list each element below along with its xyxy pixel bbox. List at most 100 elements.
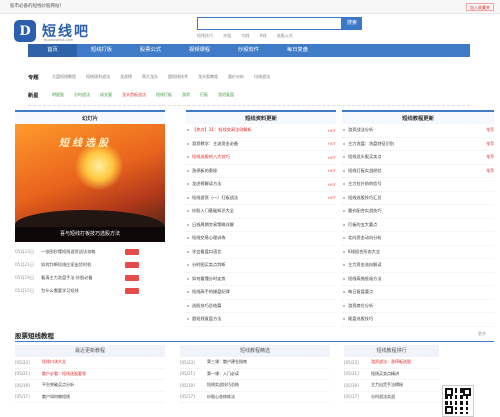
list-item[interactable]: 05月19日 看清主力洗盘手法·炒股必备 bbox=[15, 271, 165, 284]
list-item[interactable]: 主力资金流向解读 bbox=[342, 259, 494, 273]
topic-link[interactable]: 龙虎榜 bbox=[120, 74, 132, 80]
item-title[interactable]: 短线交易心理训练 bbox=[192, 235, 336, 241]
item-title[interactable]: 平台突破买点分析 bbox=[42, 382, 74, 388]
item-title[interactable]: 尾盘选股技巧 bbox=[348, 316, 494, 322]
list-item[interactable]: 炒股入门基础知识大全 bbox=[186, 205, 336, 219]
item-title[interactable]: 短线打板实战经验 bbox=[348, 168, 484, 174]
item-title[interactable]: 看清主力洗盘手法·炒股必备 bbox=[41, 275, 121, 281]
list-item[interactable]: 游资教学：主流资金必备 HOT bbox=[186, 138, 336, 151]
list-item[interactable]: K线组合形态大全 bbox=[342, 246, 494, 259]
item-title[interactable]: 游资教学：主流资金必备 bbox=[192, 141, 326, 147]
nav-review[interactable]: 每日复盘 bbox=[273, 44, 322, 57]
item-title[interactable]: 【热点】11：短线交易法则解析 bbox=[192, 127, 326, 133]
list-item[interactable]: 05月21日 如何判断短线庄家出货时机 bbox=[15, 258, 165, 271]
list-item[interactable]: 涨停板的奥秘 HOT bbox=[186, 165, 336, 178]
item-title[interactable]: 主力资金流向解读 bbox=[348, 262, 494, 268]
item-title[interactable]: 短线龙头股买卖点 bbox=[348, 154, 484, 160]
item-title[interactable]: 短线选股的八大技巧 bbox=[192, 154, 326, 160]
hot-keyword[interactable]: 选股公式 bbox=[277, 33, 293, 38]
list-item[interactable]: 短线打板实战经验 推荐 bbox=[342, 165, 494, 178]
topic-link[interactable]: 大盘短线教程 bbox=[52, 74, 76, 80]
list-item[interactable]: [05/17] 分时战法实战 bbox=[344, 392, 439, 403]
slideshow-image[interactable]: 短线选股 喜与短线打板技巧选股方法 bbox=[15, 124, 165, 242]
item-title[interactable]: 日线周期交易策略详解 bbox=[192, 222, 336, 228]
list-item[interactable]: 短线游资（一）打板战法 HOT bbox=[186, 192, 336, 205]
item-title[interactable]: 每日复盘要点 bbox=[348, 289, 494, 295]
list-item[interactable]: 超短线复盘方法 bbox=[186, 313, 336, 327]
item-title[interactable]: 短线实战技巧总结 bbox=[207, 382, 239, 388]
topic-link[interactable]: 超短线技术 bbox=[168, 74, 188, 80]
topic-link[interactable]: 量价分析 bbox=[228, 74, 244, 80]
item-title[interactable]: 量价配合实战技巧 bbox=[348, 208, 494, 214]
list-item[interactable]: [05/19] 短线实战技巧总结 bbox=[180, 380, 330, 392]
list-item[interactable]: 每日复盘要点 bbox=[342, 286, 494, 300]
item-title[interactable]: 打板的五大要点 bbox=[348, 222, 494, 228]
item-title[interactable]: 一张图秒懂短线游资战法攻略 bbox=[41, 249, 121, 255]
item-title[interactable]: K线组合形态大全 bbox=[348, 249, 494, 255]
list-item[interactable]: [05/23] 游资战法：涨停板选股 bbox=[344, 357, 439, 369]
search-input[interactable] bbox=[197, 17, 342, 30]
item-title[interactable]: 超短线复盘方法 bbox=[192, 316, 336, 322]
item-title[interactable]: 选股技巧总结篇 bbox=[192, 303, 336, 309]
item-title[interactable]: 短线高抛低吸方法 bbox=[348, 276, 494, 282]
nav-short-board[interactable]: 短线打板 bbox=[77, 44, 126, 57]
item-title[interactable]: 短线高手的操盘纪律 bbox=[192, 289, 336, 295]
hot-keyword[interactable]: 短线技巧 bbox=[197, 33, 213, 38]
item-title[interactable]: 分时战法实战 bbox=[371, 394, 395, 400]
item-title[interactable]: 龙虎榜解读方法 bbox=[192, 181, 326, 187]
tag-link[interactable]: 打板 bbox=[200, 92, 208, 98]
item-title[interactable]: 游资战法分析 bbox=[348, 127, 484, 133]
hot-keyword[interactable]: 均线 bbox=[242, 33, 250, 38]
item-title[interactable]: 短线选股技巧汇总 bbox=[348, 195, 494, 201]
item-title[interactable]: 主力拉升前的信号 bbox=[348, 181, 494, 187]
tag-link[interactable]: 游资复盘 bbox=[218, 92, 234, 98]
nav-software[interactable]: 炒股软件 bbox=[224, 44, 273, 57]
hot-keyword[interactable]: K线 bbox=[260, 33, 267, 38]
item-title[interactable]: 学会看盘口语言 bbox=[192, 249, 336, 255]
item-title[interactable]: 为什么需要学习短线 bbox=[41, 288, 121, 294]
list-item[interactable]: [05/23] 短线口诀大全 bbox=[15, 357, 165, 369]
item-title[interactable]: 主力出货手法揭秘 bbox=[371, 382, 403, 388]
list-item[interactable]: 尾盘选股技巧 bbox=[342, 313, 494, 327]
tag-link[interactable]: 明星股 bbox=[52, 92, 64, 98]
list-item[interactable]: 短线交易心理训练 bbox=[186, 232, 336, 246]
list-item[interactable]: 龙虎榜解读方法 HOT bbox=[186, 178, 336, 192]
list-item[interactable]: [05/21] 短线买卖点精讲 bbox=[344, 369, 439, 380]
item-title[interactable]: 分时图买卖点判断 bbox=[192, 262, 336, 268]
list-item[interactable]: 主力洗盘：洗盘特征识别 推荐 bbox=[342, 138, 494, 151]
nav-formulas[interactable]: 股票公式 bbox=[126, 44, 175, 57]
list-item[interactable]: 短线高手的操盘纪律 bbox=[186, 286, 336, 300]
list-item[interactable]: [05/23] 第三课：散户建仓指南 bbox=[180, 357, 330, 369]
list-item[interactable]: [05/19] 主力出货手法揭秘 bbox=[344, 380, 439, 392]
item-title[interactable]: 主力洗盘：洗盘特征识别 bbox=[348, 141, 484, 147]
item-title[interactable]: 炒股入门基础知识大全 bbox=[192, 208, 336, 214]
list-item[interactable]: 05月23日 一张图秒懂短线游资战法攻略 bbox=[15, 245, 165, 258]
item-title[interactable]: 短线游资（一）打板战法 bbox=[192, 195, 326, 201]
list-item[interactable]: 学会看盘口语言 bbox=[186, 246, 336, 259]
list-item[interactable]: [05/19] 平台突破买点分析 bbox=[15, 380, 165, 392]
item-title[interactable]: 第一课：入门必读 bbox=[207, 371, 239, 377]
item-title[interactable]: 如何判断短线庄家出货时机 bbox=[41, 262, 121, 268]
tag-link[interactable]: 成交量 bbox=[100, 92, 112, 98]
list-item[interactable]: 打板的五大要点 bbox=[342, 219, 494, 232]
item-title[interactable]: 散户如何做短线 bbox=[42, 394, 70, 400]
item-title[interactable]: 如何看懂分时走势 bbox=[192, 276, 336, 282]
search-button[interactable]: 搜索 bbox=[342, 17, 362, 30]
list-item[interactable]: 选股技巧总结篇 bbox=[186, 300, 336, 313]
nav-video[interactable]: 视频课程 bbox=[175, 44, 224, 57]
list-item[interactable]: 如何看懂分时走势 bbox=[186, 273, 336, 286]
list-item[interactable]: 【热点】11：短线交易法则解析 HOT bbox=[186, 124, 336, 138]
item-title[interactable]: 短线买卖点精讲 bbox=[371, 371, 399, 377]
item-title[interactable]: 散户必看：短线选股要领 bbox=[42, 371, 86, 377]
list-item[interactable]: 日线周期交易策略详解 bbox=[186, 219, 336, 232]
list-item[interactable]: [05/21] 第一课：入门必读 bbox=[180, 369, 330, 380]
tag-link[interactable]: 分时战法 bbox=[74, 92, 90, 98]
tag-link[interactable]: 游资 bbox=[182, 92, 190, 98]
tag-link[interactable]: 短线打板 bbox=[156, 92, 172, 98]
item-title[interactable]: 炒股心态修炼法 bbox=[207, 394, 235, 400]
item-title[interactable]: 游资席位分析 bbox=[348, 303, 494, 309]
more-link[interactable]: 更多 bbox=[478, 331, 486, 337]
list-item[interactable]: 游资席位分析 bbox=[342, 300, 494, 313]
topic-link[interactable]: 短线逐利战法 bbox=[86, 74, 110, 80]
add-favorite-button[interactable]: 加入收藏夹 bbox=[466, 3, 494, 11]
